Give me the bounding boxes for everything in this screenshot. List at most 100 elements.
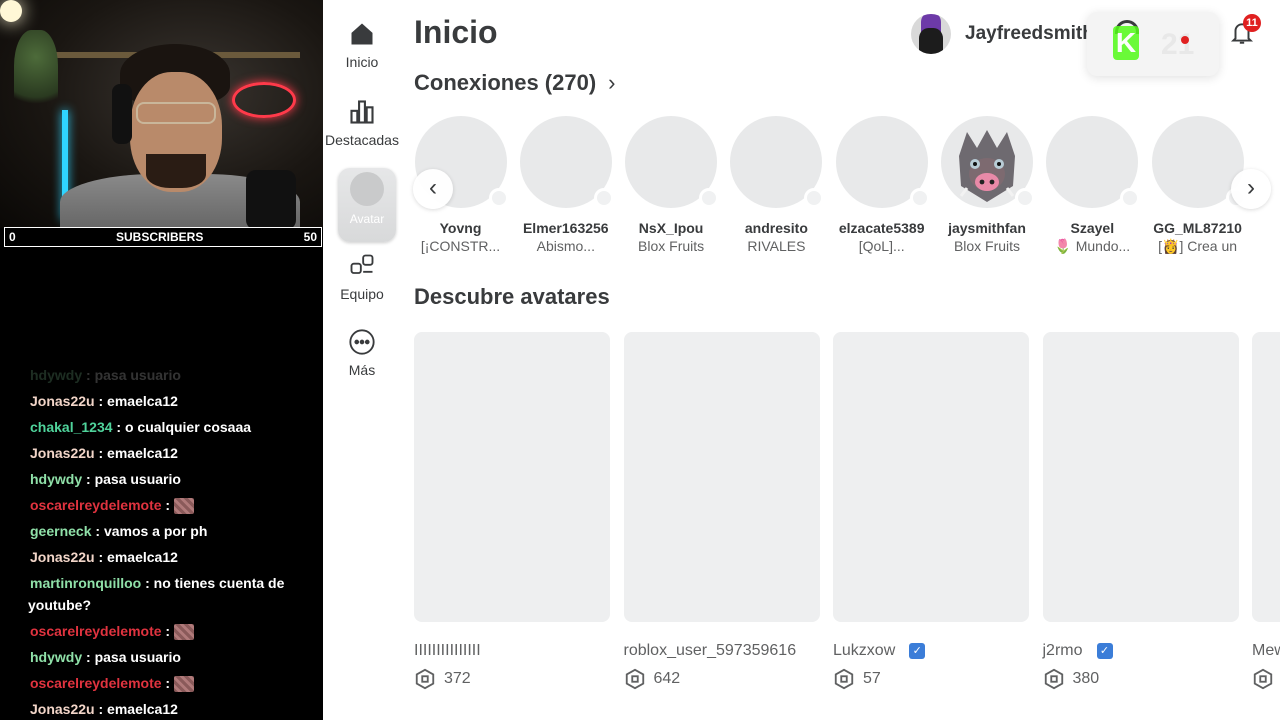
nav-featured[interactable]: Destacadas <box>323 98 401 148</box>
avatar-thumbnail[interactable] <box>623 332 820 622</box>
carousel-prev-button[interactable]: ‹ <box>413 169 453 209</box>
nav-team[interactable]: Equipo <box>323 252 401 302</box>
chat-text: emaelca12 <box>107 549 178 565</box>
subscriber-goal-bar: 0 SUBSCRIBERS 50 <box>4 227 322 247</box>
chat-username[interactable]: hdywdy <box>30 471 82 487</box>
friend-tile[interactable]: andresito RIVALES <box>724 116 829 254</box>
friend-status[interactable]: [👸] Crea un <box>1145 238 1250 255</box>
avatar-thumbnail[interactable] <box>833 332 1029 622</box>
chat-message: hdywdy : pasa usuario <box>30 649 181 665</box>
chat-text: pasa usuario <box>94 471 181 487</box>
avatar-price: 642 <box>624 668 820 690</box>
friend-tile[interactable]: jaysmithfan Blox Fruits <box>935 116 1040 254</box>
friend-tile[interactable]: NsX_Ipou Blox Fruits <box>619 116 724 254</box>
friend-status[interactable]: Blox Fruits <box>619 238 724 254</box>
lamp-light <box>0 0 22 22</box>
avatar-creator[interactable]: j2rmo ✓ <box>1043 642 1239 660</box>
chat-message: hdywdy : pasa usuario <box>30 367 181 383</box>
extension-panel[interactable]: K 21 <box>1087 12 1219 76</box>
robux-icon <box>834 668 854 690</box>
avatar-card[interactable]: roblox_user_597359616 642 <box>623 332 820 690</box>
avatar-creator[interactable]: Mew <box>1252 642 1280 660</box>
chat-username[interactable]: hdywdy <box>30 649 82 665</box>
nav-more[interactable]: Más <box>323 328 401 378</box>
friend-tile[interactable]: Szayel 🌷 Mundo... <box>1040 116 1145 255</box>
chat-username[interactable]: Jonas22u <box>30 393 95 409</box>
avatar[interactable] <box>1151 116 1246 208</box>
friend-tile[interactable]: Elmer163256 Abismo... <box>513 116 618 254</box>
friend-status[interactable]: [QoL]... <box>829 238 934 254</box>
friend-status[interactable]: RIVALES <box>724 238 829 254</box>
avatar-head-icon <box>350 172 384 206</box>
group-icon <box>350 254 374 274</box>
friend-name: Elmer163256 <box>522 220 609 236</box>
chat-text: pasa usuario <box>94 649 181 665</box>
nav-home[interactable]: Inicio <box>323 20 401 70</box>
avatar[interactable] <box>519 116 614 208</box>
avatar-thumbnail[interactable] <box>1042 332 1239 622</box>
friend-status[interactable]: 🌷 Mundo... <box>1040 238 1145 255</box>
boar-mask-avatar <box>959 130 1015 202</box>
discover-heading: Descubre avatares <box>414 284 610 309</box>
avatar[interactable] <box>1046 116 1141 208</box>
friend-name: NsX_Ipou <box>638 220 704 236</box>
robux-icon <box>415 668 435 690</box>
friend-status[interactable]: Abismo... <box>513 238 618 254</box>
avatar-thumbnail[interactable] <box>1252 332 1280 622</box>
chat-message: hdywdy : pasa usuario <box>30 471 181 487</box>
avatar-creator[interactable]: roblox_user_597359616 <box>624 642 820 660</box>
presence-indicator <box>593 188 614 208</box>
avatar-card[interactable]: j2rmo ✓ 380 <box>1042 332 1239 690</box>
connections-title: Conexiones (270) <box>414 70 597 95</box>
avatar-creator-name: j2rmo <box>1042 642 1083 659</box>
username[interactable]: Jayfreedsmith <box>965 23 1094 45</box>
avatar-card[interactable]: IIIIIIIIIIIIIII 372 <box>414 332 610 690</box>
connections-heading[interactable]: Conexiones (270) › <box>414 70 616 96</box>
friend-name: GG_ML87210 <box>1153 220 1242 236</box>
stream-overlay: 0 SUBSCRIBERS 50 hdywdy : pasa usuario Jo… <box>0 0 323 720</box>
friend-status[interactable]: [¡CONSTR... <box>408 238 513 254</box>
robux-icon <box>1044 668 1063 690</box>
chat-username[interactable]: hdywdy <box>30 367 82 383</box>
chat-emote-icon <box>173 498 194 515</box>
avatar-card[interactable]: Mew <box>1252 332 1280 690</box>
nav-home-label: Inicio <box>345 54 379 70</box>
chat-emote-icon <box>173 676 194 693</box>
verified-badge-icon: ✓ <box>909 643 926 659</box>
chat-username[interactable]: oscarelreydelemote <box>30 497 162 513</box>
avatar[interactable] <box>911 14 951 54</box>
chat-username[interactable]: oscarelreydelemote <box>30 623 162 639</box>
chat-username[interactable]: chakal_1234 <box>30 419 113 435</box>
carousel-next-button[interactable]: › <box>1231 169 1271 209</box>
avatar-creator[interactable]: Lukzxow ✓ <box>833 642 1029 660</box>
chat-username[interactable]: Jonas22u <box>30 701 95 717</box>
presence-indicator <box>1015 188 1035 208</box>
chat-message: martinronquilloo : no tienes cuenta de yo… <box>28 570 320 618</box>
avatar-thumbnail[interactable] <box>414 332 610 622</box>
avatar-price-value: 57 <box>863 670 881 687</box>
friend-name: Yovng <box>439 220 482 236</box>
avatar[interactable] <box>730 116 825 208</box>
friend-tile[interactable]: elzacate5389 [QoL]... <box>829 116 934 254</box>
user-profile[interactable]: Jayfreedsmith <box>911 14 1094 54</box>
chat-username[interactable]: Jonas22u <box>30 549 95 565</box>
chat-username[interactable]: Jonas22u <box>30 445 95 461</box>
nav-avatar[interactable]: Avatar <box>338 168 396 242</box>
chat-text-continued: youtube? <box>28 597 91 613</box>
chat-message: Jonas22u : emaelca12 <box>30 445 178 461</box>
chat-username[interactable]: geerneck <box>30 523 91 539</box>
avatar[interactable] <box>835 116 930 208</box>
avatar[interactable] <box>625 116 720 208</box>
chevron-right-icon: › <box>608 70 616 95</box>
chat-username[interactable]: martinronquilloo <box>30 575 141 591</box>
friend-status[interactable]: Blox Fruits <box>935 238 1040 254</box>
chat-text: pasa usuario <box>94 367 181 383</box>
avatar-card[interactable]: Lukzxow ✓ 57 <box>833 332 1029 690</box>
chat-username[interactable]: oscarelreydelemote <box>30 675 162 691</box>
avatar-price-value: 372 <box>444 670 471 687</box>
avatar-creator-name: Mew <box>1252 642 1280 659</box>
avatar[interactable] <box>941 116 1035 208</box>
avatar-creator[interactable]: IIIIIIIIIIIIIII <box>414 642 610 660</box>
avatar-price: 372 <box>414 668 610 690</box>
chat-message: oscarelreydelemote : <box>30 492 320 518</box>
